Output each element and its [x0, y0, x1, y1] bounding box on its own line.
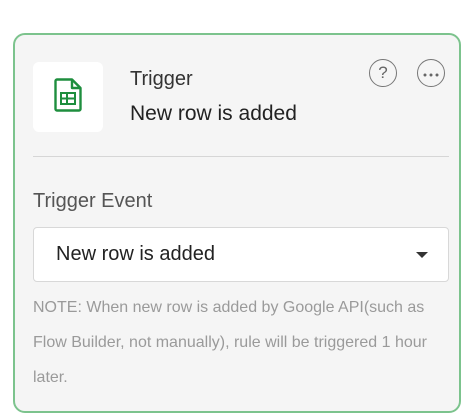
trigger-note: NOTE: When new row is added by Google AP… — [33, 299, 427, 386]
trigger-name: New row is added — [130, 102, 297, 125]
more-options-button[interactable] — [417, 59, 445, 87]
trigger-event-value: New row is added — [56, 243, 215, 265]
trigger-label: Trigger — [130, 68, 193, 90]
app-icon-container — [33, 62, 103, 132]
trigger-event-select[interactable]: New row is added — [33, 227, 449, 282]
help-button[interactable]: ? — [369, 59, 397, 87]
more-horizontal-icon — [423, 64, 439, 82]
divider — [33, 156, 449, 157]
google-sheets-icon — [54, 77, 82, 117]
question-circle-icon: ? — [378, 63, 388, 82]
trigger-event-label: Trigger Event — [33, 190, 153, 212]
trigger-card: Trigger New row is added ? Trigger Event… — [13, 33, 461, 413]
caret-down-icon — [416, 252, 428, 258]
